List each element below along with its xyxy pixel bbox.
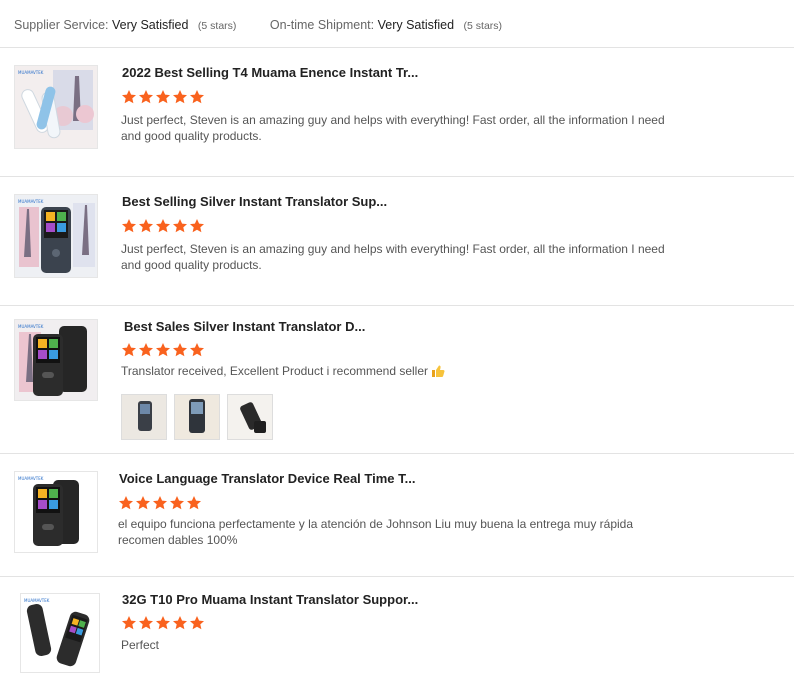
review-item: MUAMAVTEK Best Selling Silver Instant Tr…	[0, 176, 800, 305]
review-comment: Perfect	[121, 638, 160, 652]
review-photo[interactable]	[227, 394, 273, 440]
review-comment: Translator received, Excellent Product i…	[121, 363, 681, 379]
review-comment: el equipo funciona perfectamente y la at…	[118, 517, 634, 547]
star-rating	[118, 495, 202, 511]
shipment-stars: (5 stars)	[463, 20, 503, 32]
star-rating	[121, 89, 205, 105]
review-photo[interactable]	[121, 394, 167, 440]
shipment-label: On-time Shipment:	[269, 18, 375, 32]
star-icon	[173, 343, 187, 357]
star-icon	[122, 616, 136, 630]
star-icon	[190, 343, 204, 357]
star-rating	[121, 342, 205, 358]
star-icon	[139, 343, 153, 357]
rating-summary: Supplier Service: Very Satisfied (5 star…	[14, 18, 502, 32]
supplier-service-label: Supplier Service:	[14, 18, 109, 32]
star-icon	[139, 90, 153, 104]
supplier-service-stars: (5 stars)	[197, 20, 237, 32]
product-thumbnail[interactable]: MUAMAVTEK	[14, 471, 98, 553]
star-icon	[190, 616, 204, 630]
review-photo[interactable]	[174, 394, 220, 440]
star-icon	[173, 616, 187, 630]
review-comment-text: Translator received, Excellent Product i…	[121, 364, 429, 378]
star-icon	[136, 496, 150, 510]
thumb-brand-text: MUAMAVTEK	[24, 598, 50, 603]
product-thumbnail[interactable]: MUAMAVTEK	[14, 319, 98, 401]
thumb-brand-text: MUAMAVTEK	[18, 70, 44, 75]
product-thumbnail[interactable]: MUAMAVTEK	[14, 65, 98, 149]
thumb-brand-text: MUAMAVTEK	[18, 199, 44, 204]
star-icon	[156, 343, 170, 357]
star-icon	[122, 343, 136, 357]
product-title-link[interactable]: Best Sales Silver Instant Translator D..…	[124, 319, 365, 334]
product-title-link[interactable]: Voice Language Translator Device Real Ti…	[119, 471, 415, 486]
star-icon	[139, 616, 153, 630]
review-comment: Just perfect, Steven is an amazing guy a…	[121, 242, 665, 272]
star-icon	[156, 616, 170, 630]
review-item: MUAMAVTEK 2022 Best Selling T4 Muama Ene…	[0, 47, 800, 176]
review-comment: Just perfect, Steven is an amazing guy a…	[121, 113, 665, 143]
product-title-link[interactable]: 32G T10 Pro Muama Instant Translator Sup…	[122, 592, 418, 607]
review-item: MUAMAVTEK Best Sales Silver Instant Tran…	[0, 305, 800, 453]
thumb-brand-text: MUAMAVTEK	[18, 324, 44, 329]
review-item: MUAMAVTEK 32G T10 Pro Muama Instant Tran…	[0, 576, 800, 692]
star-rating	[121, 615, 205, 631]
star-icon	[139, 219, 153, 233]
supplier-service-value: Very Satisfied	[111, 18, 189, 32]
star-icon	[153, 496, 167, 510]
review-photos	[121, 394, 273, 440]
star-icon	[190, 90, 204, 104]
star-icon	[156, 219, 170, 233]
star-icon	[122, 90, 136, 104]
star-icon	[122, 219, 136, 233]
thumb-brand-text: MUAMAVTEK	[18, 476, 44, 481]
star-icon	[190, 219, 204, 233]
star-rating	[121, 218, 205, 234]
star-icon	[156, 90, 170, 104]
product-thumbnail[interactable]: MUAMAVTEK	[14, 194, 98, 278]
review-item: MUAMAVTEK Voice Language Translator Devi…	[0, 453, 800, 576]
star-icon	[173, 90, 187, 104]
product-title-link[interactable]: Best Selling Silver Instant Translator S…	[122, 194, 387, 209]
shipment-value: Very Satisfied	[377, 18, 455, 32]
product-thumbnail[interactable]: MUAMAVTEK	[20, 593, 100, 673]
product-title-link[interactable]: 2022 Best Selling T4 Muama Enence Instan…	[122, 65, 418, 80]
star-icon	[119, 496, 133, 510]
star-icon	[170, 496, 184, 510]
star-icon	[187, 496, 201, 510]
star-icon	[173, 219, 187, 233]
thumbs-up-emoji-icon	[432, 365, 445, 377]
